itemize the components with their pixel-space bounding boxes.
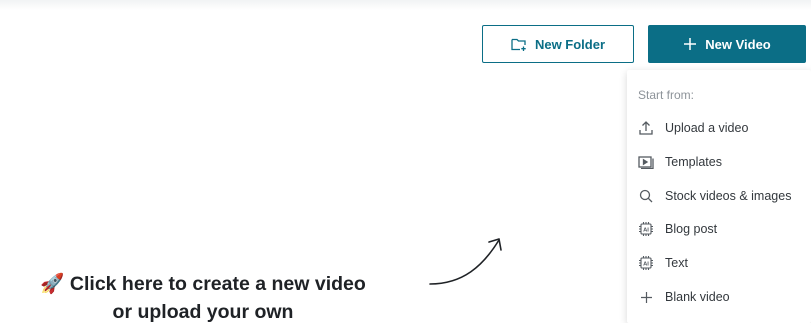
menu-heading: Start from: (638, 88, 695, 102)
menu-item-stock-media[interactable]: Stock videos & images (627, 182, 811, 210)
hint-text-2: or upload your own (112, 301, 294, 323)
new-video-button[interactable]: New Video (648, 25, 806, 63)
ai-chip-icon: AI (638, 221, 654, 237)
menu-item-blank-video[interactable]: Blank video (627, 283, 811, 311)
menu-item-text[interactable]: AI Text (627, 249, 811, 277)
onboarding-hint: 🚀 Click here to create a new video or up… (8, 270, 398, 323)
hint-arrow (429, 238, 502, 285)
new-video-label: New Video (705, 36, 771, 52)
header-shadow (0, 0, 811, 10)
ai-chip-icon: AI (638, 255, 654, 271)
search-icon (638, 188, 654, 204)
plus-icon (638, 289, 654, 305)
menu-item-upload-video[interactable]: Upload a video (627, 114, 811, 142)
svg-text:AI: AI (643, 261, 649, 267)
menu-item-blog-post[interactable]: AI Blog post (627, 215, 811, 243)
hint-line-1: 🚀 Click here to create a new video (8, 270, 398, 298)
new-folder-label: New Folder (534, 36, 606, 52)
rocket-icon: 🚀 (40, 273, 65, 295)
menu-item-templates[interactable]: Templates (627, 148, 811, 176)
plus-icon (683, 37, 697, 51)
new-folder-button[interactable]: New Folder (482, 25, 634, 63)
hint-text-1: Click here to create a new video (69, 273, 366, 295)
folder-plus-icon (511, 37, 527, 51)
new-video-dropdown-menu: Start from: Upload a video Templates Sto… (627, 70, 811, 323)
upload-icon (638, 120, 654, 136)
svg-text:AI: AI (643, 227, 649, 233)
template-icon (638, 154, 654, 170)
